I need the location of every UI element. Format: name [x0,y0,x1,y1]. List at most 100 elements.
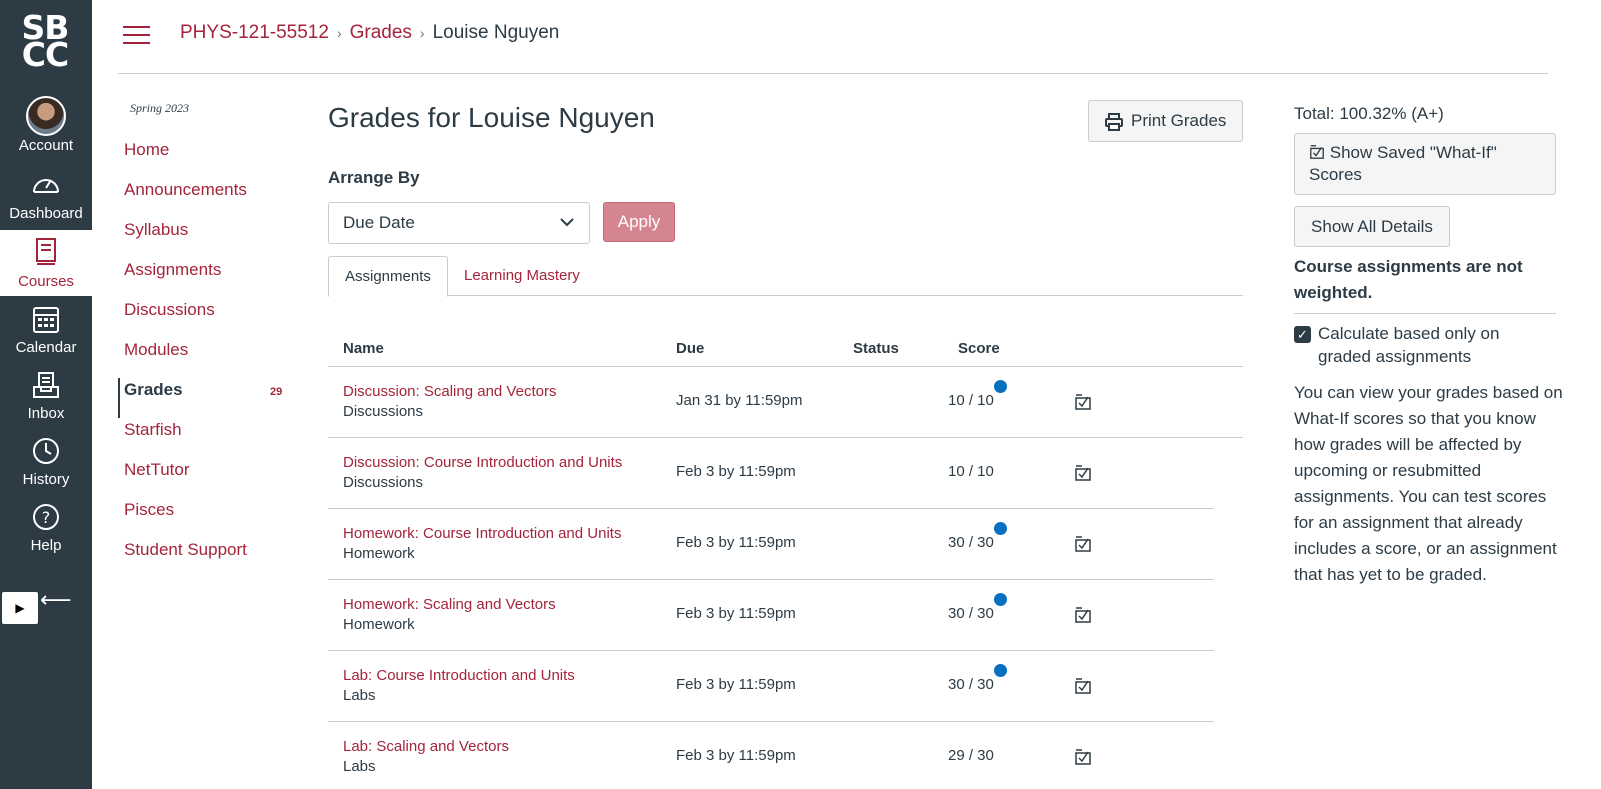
sbcc-logo[interactable]: SB CC [12,11,78,71]
calendar-icon [33,307,59,333]
breadcrumb-separator-icon: › [419,25,425,41]
nav-account[interactable]: Account [0,94,92,160]
assignment-category: Discussions [343,403,424,420]
table-row: Homework: Course Introduction and Units H… [328,509,1214,580]
graded-only-checkbox[interactable]: ✓ [1294,326,1311,343]
course-nav-assignments[interactable]: Assignments [118,258,288,298]
courses-book-icon [36,238,56,265]
nav-courses-label: Courses [18,273,74,290]
breadcrumb-grades-link[interactable]: Grades [350,22,412,43]
tab-assignments[interactable]: Assignments [328,256,448,297]
course-nav-announcements[interactable]: Announcements [118,178,288,218]
assignment-category: Homework [343,545,415,562]
assignment-link[interactable]: Lab: Scaling and Vectors [343,737,509,757]
score: 30 / 30 [948,676,994,693]
what-if-icon[interactable] [1074,464,1092,482]
what-if-icon[interactable] [1074,535,1092,553]
what-if-icon[interactable] [1074,606,1092,624]
printer-icon [1105,113,1123,131]
svg-text:?: ? [42,508,51,527]
assignment-category: Labs [343,687,376,704]
course-nav-home[interactable]: Home [118,138,288,178]
what-if-icon[interactable] [1074,393,1092,411]
nav-calendar-label: Calendar [15,339,77,356]
course-nav-grades[interactable]: Grades 29 [118,378,288,418]
unread-comment-dot[interactable] [994,664,1007,677]
global-nav: SB CC Account Dashboard Courses Calendar… [0,0,92,789]
course-nav-grades-label: Grades [124,380,183,399]
apply-button[interactable]: Apply [603,202,675,242]
score: 29 / 30 [948,747,994,764]
what-if-info-text: You can view your grades based on What-I… [1294,383,1563,584]
nav-inbox[interactable]: Inbox [0,366,92,428]
inbox-icon [33,372,59,398]
nav-history[interactable]: History [0,432,92,494]
nav-account-label: Account [18,137,74,154]
assignment-link[interactable]: Discussion: Scaling and Vectors [343,382,556,402]
due-date: Feb 3 by 11:59pm [676,463,796,480]
grade-tabs: Assignments Learning Mastery [328,256,1243,297]
nav-dashboard[interactable]: Dashboard [0,166,92,228]
score: 10 / 10 [948,392,994,409]
course-nav-nettutor[interactable]: NetTutor [118,458,288,498]
breadcrumb-course-link[interactable]: PHYS-121-55512 [180,22,329,43]
course-nav-discussions[interactable]: Discussions [118,298,288,338]
breadcrumb: PHYS-121-55512 › Grades › Louise Nguyen [180,22,559,44]
what-if-icon [1310,145,1324,159]
not-weighted-note: Course assignments are not weighted. [1294,257,1523,302]
assignment-link[interactable]: Homework: Scaling and Vectors [343,595,556,615]
column-score[interactable]: Score [958,340,1000,357]
chevron-down-icon [559,203,575,258]
tab-learning-mastery[interactable]: Learning Mastery [448,256,596,297]
course-nav-student-support[interactable]: Student Support [118,538,288,578]
grades-table-header: Name Due Status Score [328,330,1243,367]
show-what-if-button[interactable]: Show Saved "What-If" Scores [1294,133,1556,195]
table-row: Lab: Scaling and Vectors Labs Feb 3 by 11… [328,722,1214,789]
show-what-if-label: Show Saved "What-If" Scores [1309,143,1497,184]
nav-courses[interactable]: Courses [0,230,92,296]
term-label: Spring 2023 [130,101,190,115]
print-grades-button[interactable]: Print Grades [1088,100,1243,142]
grades-table-body: Discussion: Scaling and Vectors Discussio… [328,367,1243,789]
help-icon: ? [33,504,59,530]
show-all-details-button[interactable]: Show All Details [1294,206,1450,247]
course-nav-pisces[interactable]: Pisces [118,498,288,538]
breadcrumb-current: Louise Nguyen [432,22,560,43]
course-nav-modules[interactable]: Modules [118,338,288,378]
table-row: Lab: Course Introduction and Units Labs F… [328,651,1214,722]
assignment-link[interactable]: Homework: Course Introduction and Units [343,524,621,544]
page-title: Grades for Louise Nguyen [328,102,655,133]
due-date: Feb 3 by 11:59pm [676,676,796,693]
clock-icon [33,438,59,464]
due-date: Feb 3 by 11:59pm [676,534,796,551]
assignment-category: Discussions [343,474,424,491]
unread-comment-dot[interactable] [994,380,1007,393]
header-divider [118,73,1548,74]
table-row: Discussion: Scaling and Vectors Discussio… [328,367,1243,438]
play-icon[interactable]: ▶ [2,592,38,624]
course-nav-syllabus[interactable]: Syllabus [118,218,288,258]
dashboard-icon [33,179,59,193]
what-if-icon[interactable] [1074,748,1092,766]
column-name[interactable]: Name [343,340,384,357]
assignment-link[interactable]: Discussion: Course Introduction and Unit… [343,453,622,473]
due-date: Feb 3 by 11:59pm [676,747,796,764]
assignment-link[interactable]: Lab: Course Introduction and Units [343,666,575,686]
nav-help[interactable]: ? Help [0,498,92,560]
assignment-category: Homework [343,616,415,633]
score: 30 / 30 [948,605,994,622]
collapse-arrow-icon[interactable]: ⟵ [40,587,72,613]
course-nav-starfish[interactable]: Starfish [118,418,288,458]
column-due[interactable]: Due [676,340,704,357]
menu-toggle-icon[interactable] [123,26,150,46]
nav-calendar[interactable]: Calendar [0,300,92,362]
arrange-by-label: Arrange By [328,168,420,187]
graded-only-label[interactable]: Calculate based only on graded assignmen… [1318,322,1538,368]
what-if-icon[interactable] [1074,677,1092,695]
column-status[interactable]: Status [853,340,899,357]
unread-comment-dot[interactable] [994,593,1007,606]
unread-comment-dot[interactable] [994,522,1007,535]
arrange-by-select[interactable]: Due Date [328,202,590,244]
assignment-category: Labs [343,758,376,775]
nav-dashboard-label: Dashboard [9,205,83,222]
